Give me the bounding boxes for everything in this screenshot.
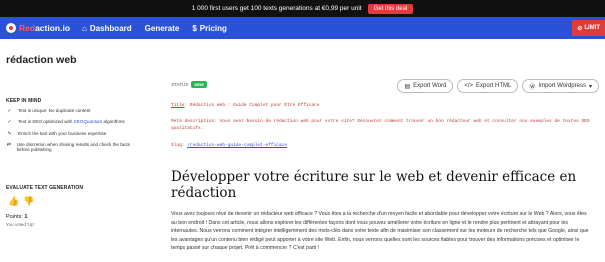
nav-pricing[interactable]: $ Pricing [192,24,227,33]
nav-dashboard[interactable]: ⌂ Dashboard [82,24,132,33]
tip-text: Text is SEO optimized with [18,119,74,125]
brand-suffix: action.io [35,23,71,33]
check-icon: ✓ [7,119,12,126]
logo-icon [6,23,16,33]
thumbs-up-icon[interactable]: 👍 [8,196,19,207]
status-badge: NEW [191,81,207,88]
warning-icon: ⊘ [577,25,583,32]
top-navbar: Redaction.io ⌂ Dashboard Generate $ Pric… [0,17,605,39]
tip-text: Use discretion when sharing results and … [16,141,130,153]
tip-item: ✎ Enrich the text with your business exp… [6,131,136,137]
home-icon: ⌂ [82,23,87,33]
nav-generate-label: Generate [144,23,180,33]
nav-generate[interactable]: Generate [145,24,180,33]
edit-icon: ✎ [7,130,12,137]
limit-label: LIMIT [584,25,600,31]
import-wordpress-label: Import Wordpress [538,83,586,89]
page-title: rédaction web [6,54,77,66]
tips-list: ✓ Text is unique: No duplicate content ✓… [6,108,136,158]
wordpress-icon: Ⓦ [529,84,536,91]
tip-text-tail: algorithms [102,119,125,125]
promo-text: 1 000 first users get 100 texts generati… [191,5,362,12]
vote-controls: 👍 👎 [8,196,34,207]
export-word-button[interactable]: ▤ Export Word [397,79,454,93]
chevron-down-icon: ▾ [588,83,592,90]
promo-banner: 1 000 first users get 100 texts generati… [0,0,605,17]
import-wordpress-button[interactable]: Ⓦ Import Wordpress ▾ [522,79,599,93]
export-html-button[interactable]: </> Export HTML [457,79,519,93]
export-word-label: Export Word [413,83,447,89]
get-deal-button[interactable]: Get this deal [367,3,414,14]
thumbs-down-icon[interactable]: 👎 [23,196,34,207]
meta-slug: Slug: /redaction-web-guide-complet-effic… [171,142,287,149]
slug-key: Slug: [171,143,188,148]
tip-item: ✓ Text is SEO optimized with SEOQuantum … [6,119,136,125]
evaluate-heading: EVALUATE TEXT GENERATION [6,185,84,191]
dollar-icon: $ [192,23,197,33]
limit-button[interactable]: ⊘ LIMIT [572,20,605,36]
export-toolbar: ▤ Export Word </> Export HTML Ⓦ Import W… [397,79,599,93]
title-value: : Rédaction Web : Guide Complet pour Êtr… [184,103,320,108]
tip-item: ⇄ Use discretion when sharing results an… [6,142,136,153]
share-icon: ⇄ [6,141,11,148]
article-body: Vous avez toujours rêvé de devenir un ré… [171,211,589,252]
points-label: Points: [6,214,23,220]
nav-pricing-label: Pricing [199,23,227,33]
check-icon: ✓ [7,108,12,114]
status-indicator: STATUS NEW [171,81,207,88]
seoquantum-link[interactable]: SEOQuantum [74,119,103,124]
voted-text: You voted 'Up' [6,222,35,227]
tip-text: Text is unique: No duplicate content [18,108,91,113]
meta-description: Meta description: Vous avez besoin de ré… [171,119,590,132]
document-icon: ▤ [404,83,411,90]
brand-prefix: Red [19,23,36,33]
nav-dashboard-label: Dashboard [89,23,132,33]
slug-value: /redaction-web-guide-complet-efficace [187,143,288,148]
brand-logo[interactable]: Redaction.io [6,23,70,33]
text-editor[interactable]: Title: Rédaction Web : Guide Complet pou… [171,98,599,262]
status-label: STATUS [171,82,189,87]
points-display: Points: 1 [6,214,27,220]
points-value: 1 [24,214,28,220]
meta-title: Title: Rédaction Web : Guide Complet pou… [171,102,320,109]
keep-in-mind-heading: KEEP IN MIND [6,98,42,104]
export-html-label: Export HTML [476,83,512,89]
tip-item: ✓ Text is unique: No duplicate content [6,108,136,114]
title-key: Title [171,103,185,108]
article-headline: Développer votre écriture sur le web et … [171,169,577,201]
tip-text: Enrich the text with your business exper… [18,130,107,136]
code-icon: </> [464,83,474,89]
